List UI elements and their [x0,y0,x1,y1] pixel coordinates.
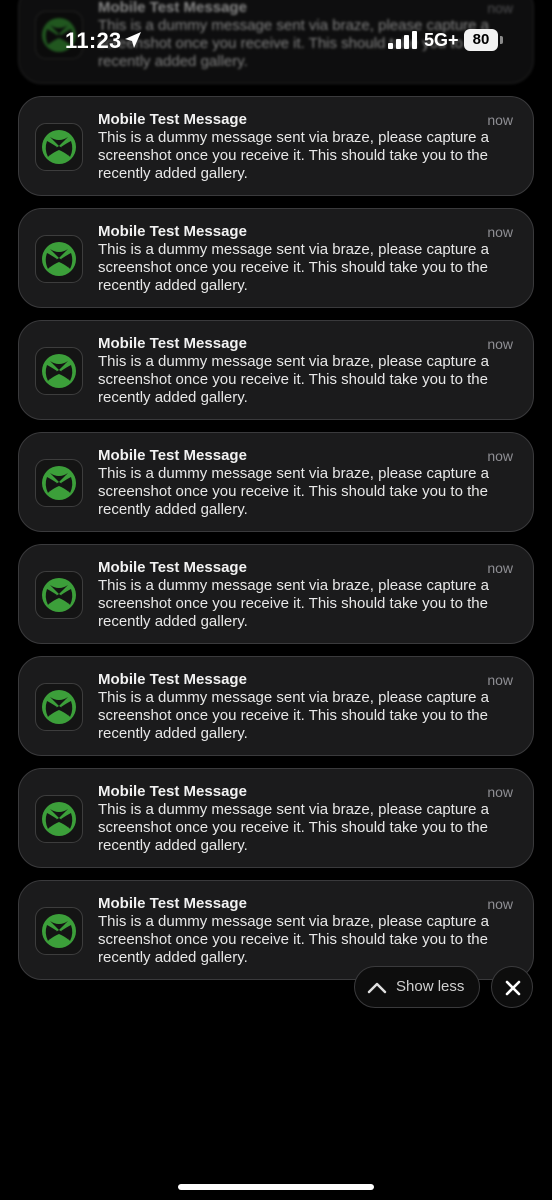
notification-time: now [487,784,513,800]
app-icon [35,347,83,395]
app-icon [35,907,83,955]
xbox-icon [42,466,76,500]
notification-title: Mobile Test Message [98,335,247,352]
notification-time: now [487,896,513,912]
status-bar: 11:23 5G+ 80 [0,0,552,80]
notification-title: Mobile Test Message [98,223,247,240]
app-icon [35,571,83,619]
notification-body: This is a dummy message sent via braze, … [98,353,490,406]
notification-body: This is a dummy message sent via braze, … [98,241,490,294]
xbox-icon [42,354,76,388]
notification-time: now [487,672,513,688]
notification-title: Mobile Test Message [98,895,247,912]
app-icon [35,459,83,507]
app-icon [35,235,83,283]
notification-center: 11:23 5G+ 80 Mobile Test Message now This … [0,0,552,1200]
notification-body: This is a dummy message sent via braze, … [98,689,490,742]
notification-card[interactable]: Mobile Test Message now This is a dummy me… [18,208,534,308]
show-less-button[interactable]: Show less [354,966,480,1008]
notification-card[interactable]: Mobile Test Message now This is a dummy me… [18,880,534,980]
notification-card[interactable]: Mobile Test Message now This is a dummy me… [18,768,534,868]
notification-card[interactable]: Mobile Test Message now This is a dummy me… [18,656,534,756]
app-icon [35,123,83,171]
app-icon [35,795,83,843]
network-type: 5G+ [424,30,459,50]
battery-tip [500,36,503,44]
notification-body: This is a dummy message sent via braze, … [98,465,490,518]
xbox-icon [42,242,76,276]
xbox-icon [42,802,76,836]
xbox-icon [42,130,76,164]
show-less-label: Show less [396,978,465,995]
battery-level: 80 [464,29,498,51]
notification-time: now [487,336,513,352]
notification-title: Mobile Test Message [98,111,247,128]
clear-notifications-button[interactable] [491,966,533,1008]
notification-body: This is a dummy message sent via braze, … [98,913,490,966]
notification-body: This is a dummy message sent via braze, … [98,577,490,630]
notification-body: This is a dummy message sent via braze, … [98,801,490,854]
chevron-up-icon [367,982,387,994]
close-icon [505,980,521,996]
notification-body: This is a dummy message sent via braze, … [98,129,490,182]
status-time: 11:23 [65,28,122,53]
location-arrow-icon [125,32,141,48]
battery-icon: 80 [464,29,503,51]
home-indicator[interactable] [178,1184,374,1190]
notification-title: Mobile Test Message [98,447,247,464]
xbox-icon [42,914,76,948]
notification-card[interactable]: Mobile Test Message now This is a dummy me… [18,432,534,532]
app-icon [35,683,83,731]
notification-time: now [487,112,513,128]
notification-time: now [487,448,513,464]
notification-time: now [487,224,513,240]
xbox-icon [42,578,76,612]
notification-title: Mobile Test Message [98,671,247,688]
notification-title: Mobile Test Message [98,559,247,576]
notification-card[interactable]: Mobile Test Message now This is a dummy me… [18,96,534,196]
xbox-icon [42,690,76,724]
notification-card[interactable]: Mobile Test Message now This is a dummy me… [18,320,534,420]
notification-time: now [487,560,513,576]
notification-title: Mobile Test Message [98,783,247,800]
cellular-signal-icon [388,31,417,49]
notification-card[interactable]: Mobile Test Message now This is a dummy me… [18,544,534,644]
